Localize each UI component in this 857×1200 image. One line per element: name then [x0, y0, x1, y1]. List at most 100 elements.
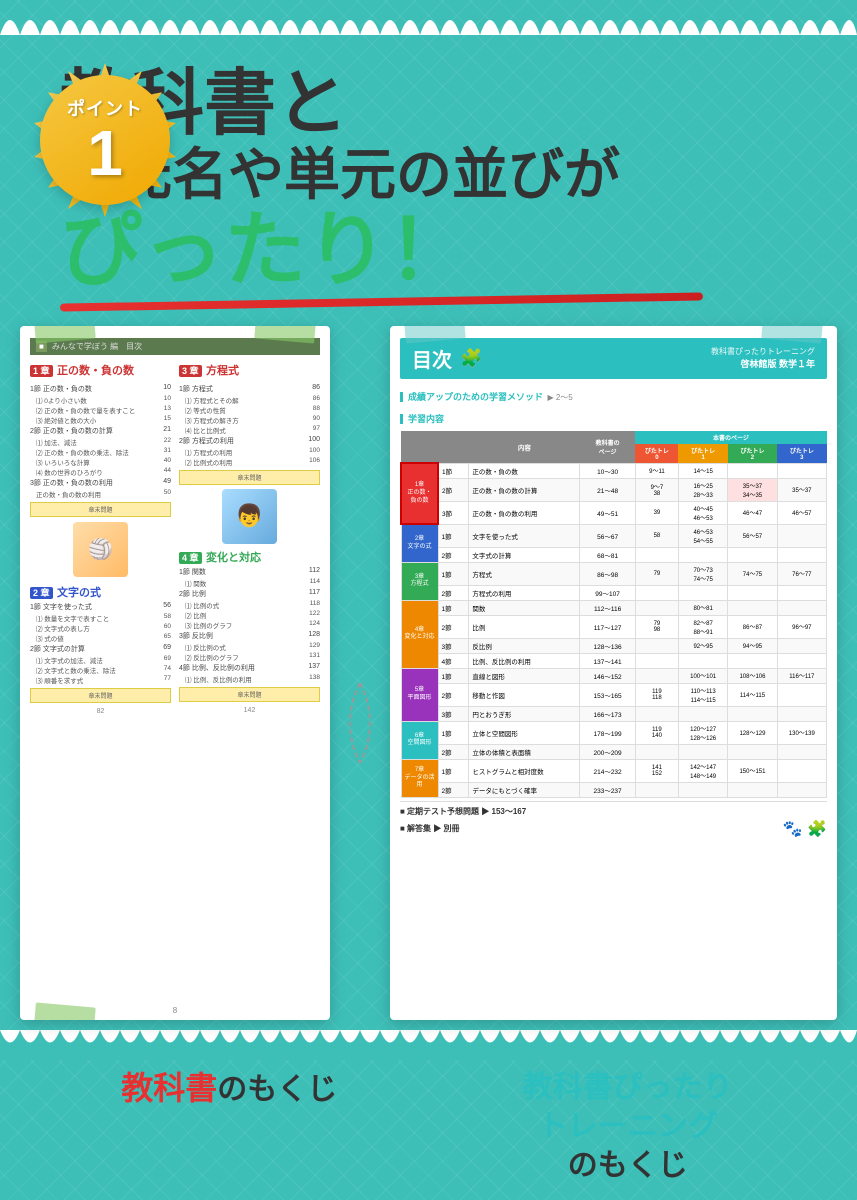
ch3-r1-title: 方程式	[469, 562, 580, 585]
ch4-r4-t1	[678, 653, 727, 668]
section1-label: 成績アップのための学習メソッド	[400, 392, 543, 402]
ch7-r1-section: 1節	[438, 759, 469, 782]
ch4-s1: 1節 関数112	[179, 566, 320, 578]
col-header-chapter	[401, 431, 438, 464]
ch4-r3-section: 3節	[438, 638, 469, 653]
section2-title: 学習内容	[400, 409, 827, 427]
page-number: 82	[30, 708, 171, 715]
ch4-r2-section: 2節	[438, 615, 469, 638]
right-caption-nomokuji: のもくじ	[568, 1149, 688, 1182]
table-row: 2節 立体の体積と表面積 200〜209	[401, 744, 827, 759]
ch6-r2-t2	[728, 744, 777, 759]
ch1-practice: 章末問題	[30, 502, 171, 517]
ch3-r2-t2	[728, 585, 777, 600]
ch1-r1-t1: 14〜15	[678, 463, 727, 478]
footer2-row: ■ 解答集 ▶ 別冊 🐾 🧩	[400, 819, 827, 839]
table-row: 6章空間図形 1節 立体と空間図形 178〜199 119140 120〜127…	[401, 721, 827, 744]
ch1-s2d: ⑷ 数の世界のひろがり44	[30, 467, 171, 477]
ch2-practice: 章末問題	[30, 688, 171, 703]
ch3-r2-pages: 99〜107	[580, 585, 636, 600]
title-line1: 教科書と	[60, 65, 817, 144]
ch3-r1-pages: 86〜98	[580, 562, 636, 585]
col-t0: ぴたトレ0	[635, 444, 678, 464]
ch4-r4-section: 4節	[438, 653, 469, 668]
ch6-r1-t3: 130〜139	[777, 721, 826, 744]
ch2-r2-title: 文字式の計算	[469, 547, 580, 562]
ch5-r1-pages: 146〜152	[580, 668, 636, 683]
ch1-r1-pages: 10〜30	[580, 463, 636, 478]
left-caption-kyokasho: 教科書	[121, 1070, 217, 1106]
ch1-r2-t3: 35〜37	[777, 478, 826, 501]
toc-col-left: 1 章 正の数・負の数 1節 正の数・負の数10 ⑴ 0より小さい数10 ⑵ 正…	[30, 361, 171, 715]
ch4-r4-t3	[777, 653, 826, 668]
right-caption: 教科書ぴったり トレーニング のもくじ	[439, 1068, 818, 1185]
title-line3: ぴったり！	[60, 206, 817, 296]
section1-pages: ▶ 2〜5	[547, 393, 572, 402]
ch4-s3: 3節 反比例128	[179, 630, 320, 642]
ch2-s2a: ⑴ 文字式の加法、減法69	[30, 655, 171, 665]
ch1-s2a: ⑴ 加法、減法22	[30, 437, 171, 447]
ch4-r3-t3	[777, 638, 826, 653]
ch4-r3-title: 反比例	[469, 638, 580, 653]
ch3-title: 方程式	[206, 365, 239, 377]
title-line2: 単元名や単元の並びが	[60, 144, 817, 206]
ch1-s1b-label: ⑵ 正の数・負の数で量を表すこと	[36, 405, 135, 415]
ch5-r3-t3	[777, 706, 826, 721]
ch3-s2a: ⑴ 方程式の利用100	[179, 447, 320, 457]
ch5-r3-section: 3節	[438, 706, 469, 721]
ch6-r2-t0	[635, 744, 678, 759]
ch1-badge-cell: 1章正の数・負の数	[401, 463, 438, 524]
ch5-r2-t3	[777, 683, 826, 706]
ch1-s1b: ⑵ 正の数・負の数で量を表すこと13	[30, 405, 171, 415]
chapter4-header: 4 章 変化と対応	[179, 548, 320, 566]
ch7-r1-t0: 141152	[635, 759, 678, 782]
ch7-r2-t0	[635, 782, 678, 797]
ch4-s1a: ⑴ 関数114	[179, 578, 320, 588]
ch4-s3b: ⑵ 反比例のグラフ131	[179, 652, 320, 662]
ch5-r3-pages: 166〜173	[580, 706, 636, 721]
ch1-r3-t2: 46〜47	[728, 501, 777, 524]
footer1: ■ 定期テスト予想問題 ▶ 153〜167	[400, 806, 827, 817]
ch2-r2-t2	[728, 547, 777, 562]
table-row: 3章方程式 1節 方程式 86〜98 79 70〜7374〜75 74〜75 7…	[401, 562, 827, 585]
ch7-r1-t1: 142〜147148〜149	[678, 759, 727, 782]
ch2-r2-pages: 68〜81	[580, 547, 636, 562]
ch3-r1-t3: 76〜77	[777, 562, 826, 585]
ch6-r2-t1	[678, 744, 727, 759]
right-caption-line1: 教科書ぴったり	[439, 1068, 818, 1107]
ch4-practice: 章末問題	[179, 687, 320, 702]
ch6-r2-t3	[777, 744, 826, 759]
table-row: 4章変化と対応 1節 関数 112〜116 80〜81	[401, 600, 827, 615]
book-header-title: みんなで学ぼう 編 目次	[52, 341, 142, 352]
ch3-r1-section: 1節	[438, 562, 469, 585]
ch4-title: 変化と対応	[206, 552, 261, 564]
ch2-r1-t3	[777, 524, 826, 547]
ch2-r2-t3	[777, 547, 826, 562]
ch2-r1-t0: 58	[635, 524, 678, 547]
left-caption: 教科書のもくじ	[40, 1068, 419, 1185]
left-book-page: 8	[173, 1006, 177, 1015]
footer-icons: 🐾 🧩	[783, 819, 827, 839]
ch6-r1-title: 立体と空間図形	[469, 721, 580, 744]
ch1-r1-section: 1節	[438, 463, 469, 478]
ch6-r2-section: 2節	[438, 744, 469, 759]
right-book-footer: ■ 定期テスト予想問題 ▶ 153〜167 ■ 解答集 ▶ 別冊 🐾 🧩	[400, 801, 827, 839]
table-row: 4節 比例、反比例の利用 137〜141	[401, 653, 827, 668]
ch4-r4-pages: 137〜141	[580, 653, 636, 668]
ch7-r2-section: 2節	[438, 782, 469, 797]
ch1-r1-t2	[728, 463, 777, 478]
right-caption-line2: トレーニング	[439, 1107, 818, 1146]
ch4-s2b: ⑵ 比例122	[179, 610, 320, 620]
chapter1-header: 1 章 正の数・負の数	[30, 361, 171, 379]
ch7-r2-title: データにもとづく確率	[469, 782, 580, 797]
ch4-r2-t3: 96〜97	[777, 615, 826, 638]
ch1-s1c-label: ⑶ 絶対値と数の大小	[36, 415, 96, 425]
ch3-practice: 章末問題	[179, 470, 320, 485]
ch1-s3: 3節 正の数・負の数の利用49	[30, 477, 171, 489]
ch4-s4a: ⑴ 比例、反比例の利用138	[179, 674, 320, 684]
section1-title: 成績アップのための学習メソッド ▶ 2〜5	[400, 387, 827, 405]
ch2-s1a: ⑴ 数量を文字で表すこと58	[30, 613, 171, 623]
ch4-s2a: ⑴ 比例の式118	[179, 600, 320, 610]
ch4-r1-pages: 112〜116	[580, 600, 636, 615]
right-book-header: 目次 🧩 教科書ぴったりトレーニング 啓林館版 数学１年	[400, 338, 827, 379]
